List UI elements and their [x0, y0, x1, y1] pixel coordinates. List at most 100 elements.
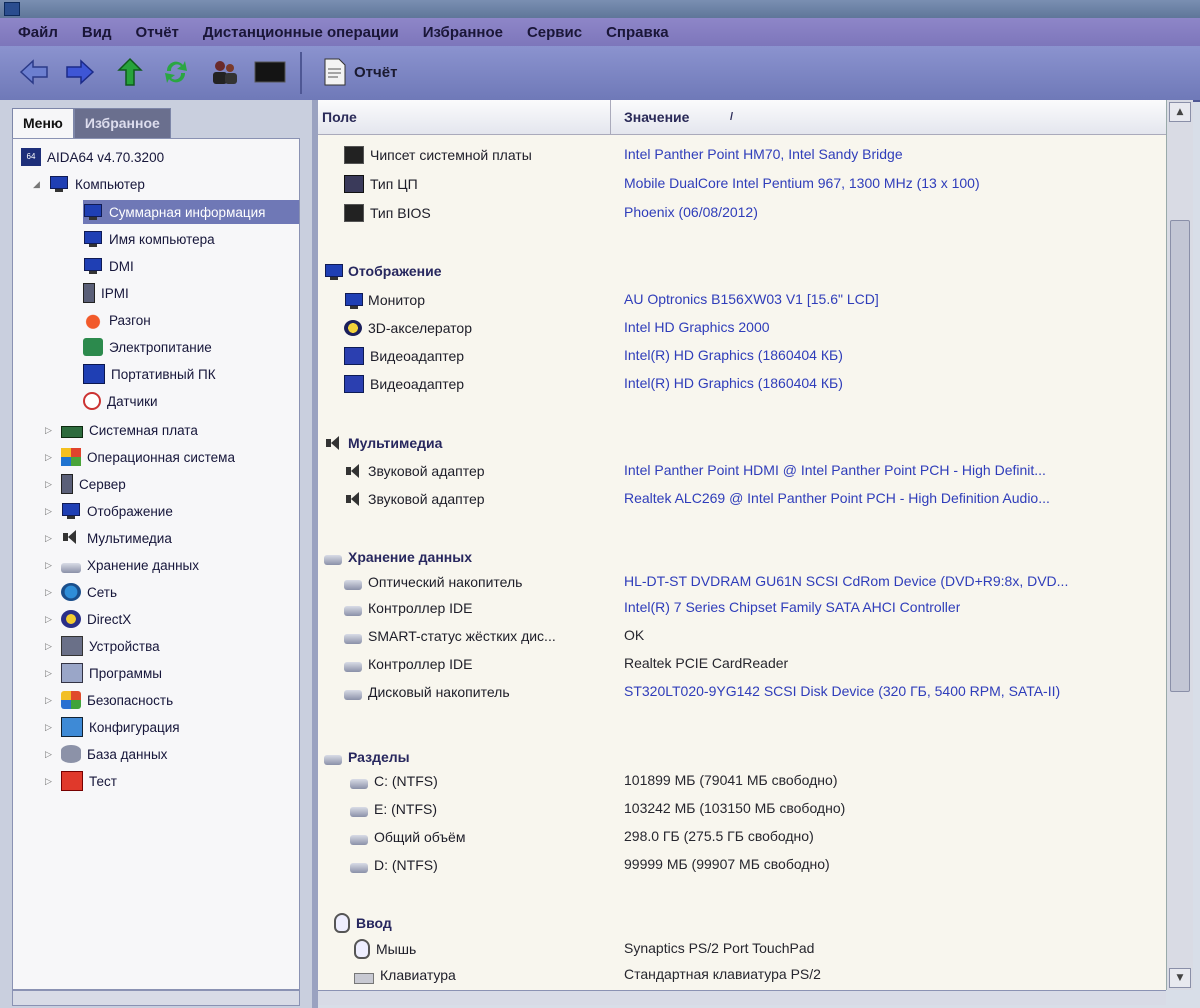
report-row[interactable]: Клавиатура Стандартная клавиатура PS/2 [318, 962, 1166, 988]
report-row[interactable]: Тип BIOS Phoenix (06/08/2012) [318, 200, 1166, 226]
collapsed-arrow-icon[interactable]: ▷ [45, 479, 55, 490]
row-value-link[interactable]: ST320LT020-9YG142 SCSI Disk Device (320 … [624, 683, 1060, 699]
tree-computer[interactable]: ◢ Компьютер [33, 172, 145, 196]
tree-test[interactable]: ▷ Тест [45, 769, 117, 793]
report-row[interactable]: Дисковый накопитель ST320LT020-9YG142 SC… [318, 679, 1166, 705]
menu-favorites[interactable]: Избранное [423, 24, 503, 41]
row-value-link[interactable]: Intel(R) 7 Series Chipset Family SATA AH… [624, 599, 960, 615]
tree-dmi[interactable]: DMI [83, 254, 134, 278]
collapsed-arrow-icon[interactable]: ▷ [45, 776, 55, 787]
report-row[interactable]: E: (NTFS) 103242 МБ (103150 МБ свободно) [318, 796, 1166, 822]
tree-database[interactable]: ▷ База данных [45, 742, 167, 766]
menu-service[interactable]: Сервис [527, 24, 582, 41]
collapsed-arrow-icon[interactable]: ▷ [45, 587, 55, 598]
tree-motherboard[interactable]: ▷ Системная плата [45, 418, 198, 442]
tree-portable[interactable]: Портативный ПК [83, 362, 216, 386]
expanded-arrow-icon[interactable]: ◢ [33, 179, 43, 190]
tree-devices[interactable]: ▷ Устройства [45, 634, 160, 658]
tree-sensors[interactable]: Датчики [83, 389, 158, 413]
back-button[interactable] [16, 56, 52, 88]
scroll-thumb[interactable] [1170, 220, 1190, 692]
report-row[interactable]: Контроллер IDE Realtek PCIE CardReader [318, 651, 1166, 677]
column-field-header[interactable]: Поле [322, 109, 357, 125]
collapsed-arrow-icon[interactable]: ▷ [45, 452, 55, 463]
collapsed-arrow-icon[interactable]: ▷ [45, 560, 55, 571]
tree-root[interactable]: 64 AIDA64 v4.70.3200 [21, 145, 164, 169]
toolbar: Отчёт [0, 46, 1200, 102]
title-bar [0, 0, 1200, 18]
report-row[interactable]: Тип ЦП Mobile DualCore Intel Pentium 967… [318, 171, 1166, 197]
collapsed-arrow-icon[interactable]: ▷ [45, 614, 55, 625]
row-value-link[interactable]: Intel HD Graphics 2000 [624, 319, 770, 335]
report-row[interactable]: SMART-статус жёстких дис... OK [318, 623, 1166, 649]
column-value-header[interactable]: Значение [624, 109, 689, 125]
report-row[interactable]: Звуковой адаптер Realtek ALC269 @ Intel … [318, 486, 1166, 512]
collapsed-arrow-icon[interactable]: ▷ [45, 641, 55, 652]
tree-config[interactable]: ▷ Конфигурация [45, 715, 180, 739]
row-value-link[interactable]: Intel Panther Point HDMI @ Intel Panther… [624, 462, 1046, 478]
tree-horizontal-scrollbar[interactable] [12, 990, 300, 1006]
collapsed-arrow-icon[interactable]: ▷ [45, 695, 55, 706]
report-row[interactable]: D: (NTFS) 99999 МБ (99907 МБ свободно) [318, 852, 1166, 878]
report-row[interactable]: C: (NTFS) 101899 МБ (79041 МБ свободно) [318, 768, 1166, 794]
row-field: Чипсет системной платы [370, 147, 532, 163]
report-row[interactable]: Монитор AU Optronics B156XW03 V1 [15.6" … [318, 287, 1166, 313]
tree-ipmi[interactable]: IPMI [83, 281, 129, 305]
row-value-link[interactable]: Mobile DualCore Intel Pentium 967, 1300 … [624, 175, 980, 191]
tree-display[interactable]: ▷ Отображение [45, 499, 173, 523]
report-row[interactable]: Контроллер IDE Intel(R) 7 Series Chipset… [318, 595, 1166, 621]
scroll-up-icon[interactable]: ▲ [1169, 102, 1191, 122]
tab-menu[interactable]: Меню [12, 108, 74, 138]
menu-view[interactable]: Вид [82, 24, 112, 41]
tab-favorites[interactable]: Избранное [73, 108, 171, 138]
tree-summary[interactable]: Суммарная информация [83, 200, 299, 224]
tree-server[interactable]: ▷ Сервер [45, 472, 126, 496]
row-value-link[interactable]: AU Optronics B156XW03 V1 [15.6" LCD] [624, 291, 879, 307]
report-row[interactable]: 3D-акселератор Intel HD Graphics 2000 [318, 315, 1166, 341]
menu-remote[interactable]: Дистанционные операции [203, 24, 399, 41]
row-value-link[interactable]: Intel(R) HD Graphics (1860404 КБ) [624, 375, 843, 391]
tree-security[interactable]: ▷ Безопасность [45, 688, 173, 712]
report-row[interactable]: Видеоадаптер Intel(R) HD Graphics (18604… [318, 371, 1166, 397]
menu-report[interactable]: Отчёт [135, 24, 178, 41]
tree-overclock[interactable]: Разгон [83, 308, 151, 332]
report-vertical-scrollbar[interactable]: ▲ ▼ [1166, 100, 1193, 990]
row-value-link[interactable]: HL-DT-ST DVDRAM GU61N SCSI CdRom Device … [624, 573, 1068, 589]
row-value-link[interactable]: Realtek ALC269 @ Intel Panther Point PCH… [624, 490, 1050, 506]
up-button[interactable] [112, 56, 148, 88]
scroll-down-icon[interactable]: ▼ [1169, 968, 1191, 988]
tree-network[interactable]: ▷ Сеть [45, 580, 117, 604]
report-row[interactable]: Чипсет системной платы Intel Panther Poi… [318, 142, 1166, 168]
tree-directx[interactable]: ▷ DirectX [45, 607, 131, 631]
forward-button[interactable] [62, 56, 98, 88]
report-row[interactable]: Видеоадаптер Intel(R) HD Graphics (18604… [318, 343, 1166, 369]
tree-power[interactable]: Электропитание [83, 335, 212, 359]
menu-help[interactable]: Справка [606, 24, 668, 41]
menu-file[interactable]: Файл [18, 24, 58, 41]
report-row[interactable]: Оптический накопитель HL-DT-ST DVDRAM GU… [318, 569, 1166, 595]
tree-storage[interactable]: ▷ Хранение данных [45, 553, 199, 577]
tree-computer-name[interactable]: Имя компьютера [83, 227, 215, 251]
report-row[interactable]: Звуковой адаптер Intel Panther Point HDM… [318, 458, 1166, 484]
refresh-button[interactable] [158, 56, 194, 88]
collapsed-arrow-icon[interactable]: ▷ [45, 533, 55, 544]
report-row[interactable]: Мышь Synaptics PS/2 Port TouchPad [318, 936, 1166, 962]
collapsed-arrow-icon[interactable]: ▷ [45, 506, 55, 517]
tree-multimedia[interactable]: ▷ Мультимедиа [45, 526, 172, 550]
row-value-link[interactable]: Intel(R) HD Graphics (1860404 КБ) [624, 347, 843, 363]
collapsed-arrow-icon[interactable]: ▷ [45, 425, 55, 436]
tree-os[interactable]: ▷ Операционная система [45, 445, 235, 469]
collapsed-arrow-icon[interactable]: ▷ [45, 722, 55, 733]
report-horizontal-scrollbar[interactable] [318, 990, 1166, 1005]
column-divider[interactable] [610, 100, 611, 134]
collapsed-arrow-icon[interactable]: ▷ [45, 749, 55, 760]
tree-programs[interactable]: ▷ Программы [45, 661, 162, 685]
report-button[interactable]: Отчёт [322, 56, 397, 88]
row-value-link[interactable]: Phoenix (06/08/2012) [624, 204, 758, 220]
console-button[interactable] [252, 56, 288, 88]
collapsed-arrow-icon[interactable]: ▷ [45, 668, 55, 679]
users-button[interactable] [206, 56, 242, 88]
report-row[interactable]: Общий объём 298.0 ГБ (275.5 ГБ свободно) [318, 824, 1166, 850]
sensors-icon [83, 392, 101, 410]
row-value-link[interactable]: Intel Panther Point HM70, Intel Sandy Br… [624, 146, 903, 162]
